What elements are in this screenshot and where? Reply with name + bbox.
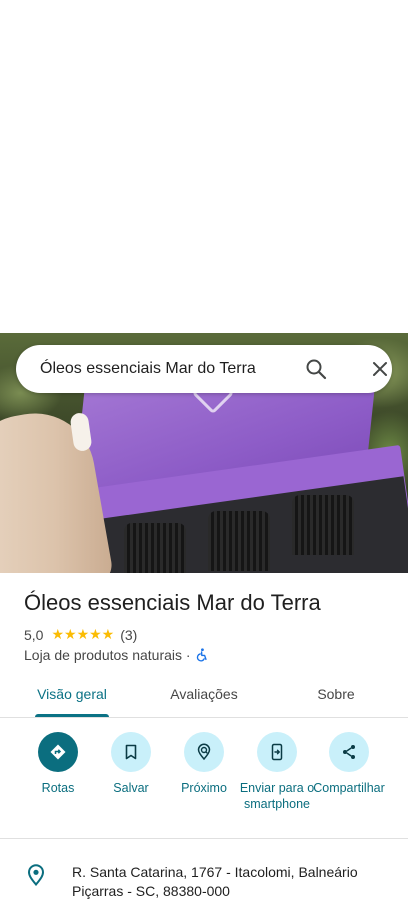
photo-bottle [292, 495, 354, 555]
active-tab-indicator [35, 714, 109, 717]
send-to-phone-button[interactable]: Enviar para o smartphone [237, 732, 317, 812]
photo-bottle [124, 523, 186, 573]
review-count[interactable]: (3) [120, 627, 137, 643]
directions-icon [38, 732, 78, 772]
wheelchair-accessible-icon [195, 648, 209, 662]
rating-stars: ★★★★★ [51, 626, 115, 642]
map-blank-area [0, 0, 408, 333]
search-icon[interactable] [304, 357, 328, 381]
place-category: Loja de produtos naturais · [24, 647, 191, 663]
bookmark-icon [111, 732, 151, 772]
nearby-button[interactable]: Próximo [164, 732, 244, 796]
tab-overview[interactable]: Visão geral [0, 678, 144, 718]
save-button[interactable]: Salvar [91, 732, 171, 796]
directions-label: Rotas [41, 781, 75, 795]
category-row: Loja de produtos naturais · [24, 647, 209, 663]
search-input[interactable]: Óleos essenciais Mar do Terra [40, 345, 256, 393]
nearby-icon [184, 732, 224, 772]
save-label: Salvar [113, 781, 149, 795]
place-tabs: Visão geral Avaliações Sobre [0, 678, 408, 718]
share-icon [329, 732, 369, 772]
send-to-phone-label: Enviar para o smartphone [239, 781, 315, 811]
share-button[interactable]: Compartilhar [309, 732, 389, 796]
tab-about[interactable]: Sobre [264, 678, 408, 718]
action-buttons: Rotas Salvar Próximo Enviar para o smart… [0, 732, 408, 832]
place-title: Óleos essenciais Mar do Terra [24, 590, 321, 615]
share-label: Compartilhar [313, 781, 385, 795]
search-bar[interactable]: Óleos essenciais Mar do Terra [16, 345, 392, 393]
photo-bottle [208, 511, 270, 571]
close-icon[interactable] [368, 357, 392, 381]
rating-row[interactable]: 5,0 ★★★★★ (3) [24, 626, 137, 643]
divider [0, 838, 408, 839]
address-text: R. Santa Catarina, 1767 - Itacolomi, Bal… [72, 864, 358, 899]
directions-button[interactable]: Rotas [18, 732, 98, 796]
rating-value: 5,0 [24, 626, 44, 643]
nearby-label: Próximo [181, 781, 227, 795]
tab-reviews[interactable]: Avaliações [132, 678, 276, 718]
location-pin-icon [26, 864, 46, 887]
send-to-phone-icon [257, 732, 297, 772]
